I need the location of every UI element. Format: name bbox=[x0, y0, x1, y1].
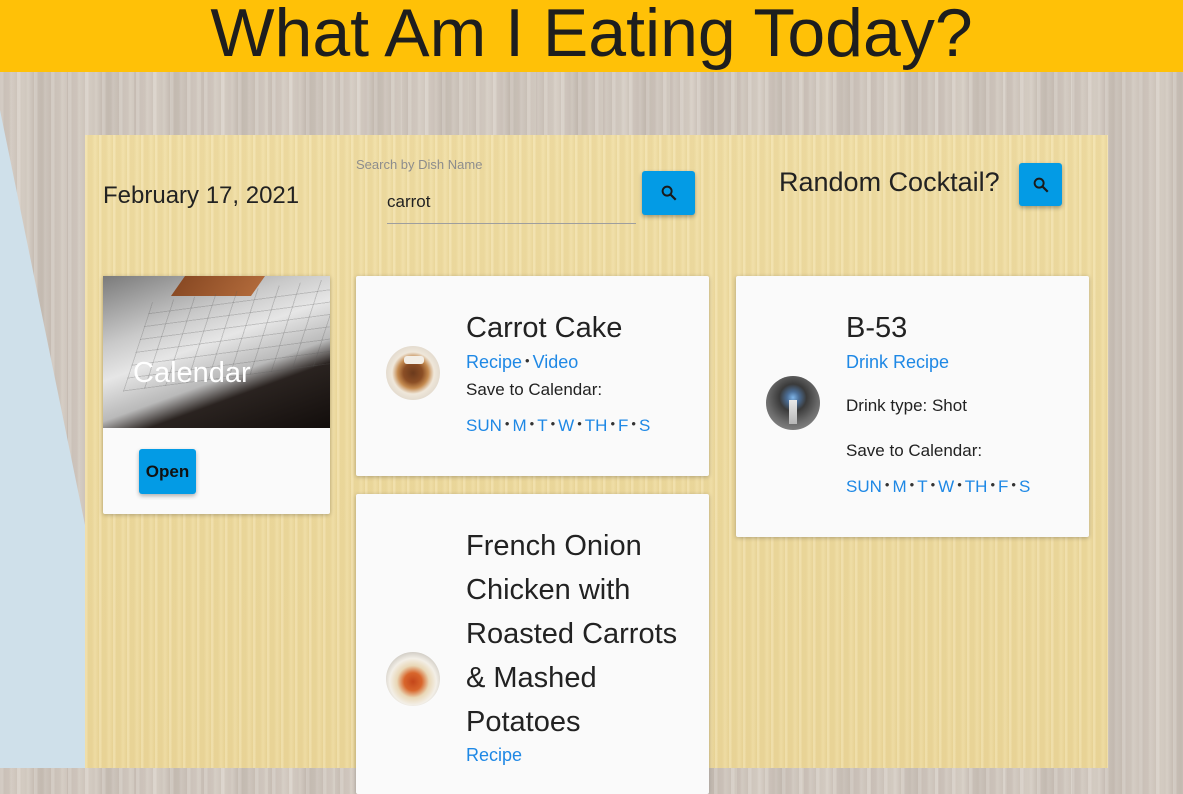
dish-links: Recipe • Video bbox=[466, 352, 578, 373]
day-separator: • bbox=[550, 416, 556, 431]
dish-links: Recipe bbox=[466, 745, 522, 766]
dish-title: Carrot Cake bbox=[466, 312, 623, 344]
search-label: Search by Dish Name bbox=[356, 157, 483, 172]
drink-links: Drink Recipe bbox=[846, 352, 949, 373]
day-separator: • bbox=[504, 416, 510, 431]
day-separator: • bbox=[529, 416, 535, 431]
open-calendar-button[interactable]: Open bbox=[139, 449, 196, 494]
dish-title: French Onion Chicken with Roasted Carrot… bbox=[466, 530, 678, 738]
day-links: SUN • M • T • W • TH • F • S bbox=[846, 477, 1030, 497]
day-link-s[interactable]: S bbox=[639, 416, 650, 435]
day-separator: • bbox=[990, 477, 995, 492]
dish-thumbnail bbox=[386, 652, 440, 706]
day-link-t[interactable]: T bbox=[917, 477, 927, 496]
search-input[interactable] bbox=[387, 180, 636, 224]
calendar-image: Calendar bbox=[103, 276, 330, 428]
day-links: SUN • M • T • W • TH • F • S bbox=[466, 416, 650, 436]
day-link-th[interactable]: TH bbox=[585, 416, 608, 435]
drink-card: B-53 Drink Recipe Drink type: Shot Save … bbox=[736, 276, 1089, 537]
link-separator: • bbox=[525, 353, 530, 368]
calendar-card: Calendar Open bbox=[103, 276, 330, 514]
drink-type: Drink type: Shot bbox=[846, 396, 967, 415]
dish-card: Carrot Cake Recipe • Video Save to Calenda… bbox=[356, 276, 709, 476]
day-separator: • bbox=[631, 416, 636, 431]
day-link-sun[interactable]: SUN bbox=[846, 477, 882, 496]
dish-card: French Onion Chicken with Roasted Carrot… bbox=[356, 494, 709, 794]
save-to-calendar-label: Save to Calendar: bbox=[846, 441, 983, 460]
current-date: February 17, 2021 bbox=[103, 182, 300, 209]
day-separator: • bbox=[1011, 477, 1016, 492]
random-cocktail-button[interactable] bbox=[1019, 163, 1062, 206]
day-link-sun[interactable]: SUN bbox=[466, 416, 502, 435]
dish-thumbnail bbox=[386, 346, 440, 400]
day-link-f[interactable]: F bbox=[998, 477, 1008, 496]
day-link-t[interactable]: T bbox=[537, 416, 547, 435]
day-separator: • bbox=[957, 477, 962, 492]
day-link-w[interactable]: W bbox=[938, 477, 954, 496]
search-icon bbox=[661, 185, 677, 201]
day-link-s[interactable]: S bbox=[1019, 477, 1030, 496]
day-separator: • bbox=[930, 477, 936, 492]
drink-thumbnail bbox=[766, 376, 820, 430]
day-link-m[interactable]: M bbox=[512, 416, 526, 435]
app-header: What Am I Eating Today? bbox=[0, 0, 1183, 72]
day-link-th[interactable]: TH bbox=[965, 477, 988, 496]
calendar-card-title: Calendar bbox=[133, 357, 251, 389]
video-link[interactable]: Video bbox=[533, 352, 579, 372]
recipe-link[interactable]: Recipe bbox=[466, 745, 522, 765]
recipe-link[interactable]: Recipe bbox=[466, 352, 522, 372]
save-to-calendar-label: Save to Calendar: bbox=[466, 380, 603, 399]
day-separator: • bbox=[577, 416, 582, 431]
day-separator: • bbox=[909, 477, 915, 492]
day-link-w[interactable]: W bbox=[558, 416, 574, 435]
day-separator: • bbox=[884, 477, 890, 492]
day-separator: • bbox=[610, 416, 615, 431]
search-icon bbox=[1033, 177, 1049, 193]
drink-recipe-link[interactable]: Drink Recipe bbox=[846, 352, 949, 372]
drink-title: B-53 bbox=[846, 312, 908, 344]
search-button[interactable] bbox=[642, 171, 695, 215]
day-link-m[interactable]: M bbox=[892, 477, 906, 496]
random-cocktail-title: Random Cocktail? bbox=[779, 167, 1000, 197]
app-title: What Am I Eating Today? bbox=[210, 0, 973, 71]
day-link-f[interactable]: F bbox=[618, 416, 628, 435]
